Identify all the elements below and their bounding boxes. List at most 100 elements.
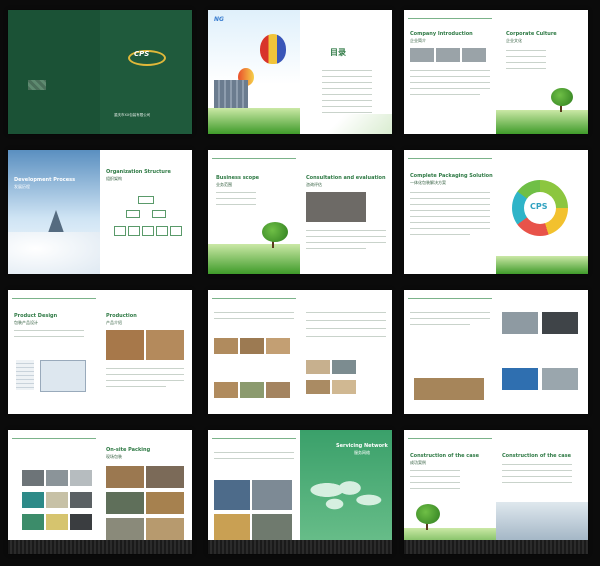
back-cover [8,10,100,134]
tree-icon [551,88,573,106]
consult-cn: 咨询评估 [306,182,322,187]
hot-air-balloon-icon [260,34,286,64]
consultation-page: Consultation and evaluation 咨询评估 [300,150,392,274]
world-map [308,474,384,514]
photo [70,514,92,530]
solution-page: Complete Packaging Solution 一体化包装解决方案 [404,150,496,274]
photo [240,338,264,354]
mosaic-logo [28,80,46,90]
spread-solution: Complete Packaging Solution 一体化包装解决方案 CP… [404,150,588,274]
company-intro-cn: 企业简介 [410,38,426,43]
production-page: Production 产品介绍 [100,290,192,414]
solution-cn: 一体化包装解决方案 [410,180,446,185]
front-cover: CPS 重庆市XX包装有限公司 [100,10,192,134]
cases-cn: 成功案例 [410,460,426,465]
photo [214,382,238,398]
spread-products-1 [208,290,392,414]
spread-contents: NG 目录 [208,10,392,134]
crates-photo [106,330,144,360]
scope-cn: 业务范围 [216,182,232,187]
cps-cycle-page: CPS [496,150,588,274]
scope-title: Business scope [216,175,260,181]
tree-icon [416,504,440,524]
design-cn: 包装产品设计 [14,320,38,325]
photo [332,360,356,374]
photo [22,514,44,530]
contents-title: 目录 [330,48,346,57]
wood-photo [146,330,184,360]
photo [106,518,144,540]
photo [306,360,330,374]
products-page-c [404,290,496,414]
development-cn: 发展历程 [14,184,30,189]
cases-detail-page: Construction of the case [496,430,588,554]
spread-onsite: On-site Packing 现场包装 [8,430,192,554]
culture-page: Corporate Culture 企业文化 [496,10,588,134]
photo [70,492,92,508]
network-title: Servicing Network [336,443,388,449]
spread-cases: Construction of the case 成功案例 Constructi… [404,430,588,554]
photo [502,312,538,334]
photo [46,492,68,508]
production-cn: 产品介绍 [106,320,122,325]
products-page-a [208,290,300,414]
photo [46,470,68,486]
production-title: Production [106,313,137,319]
photo [146,492,184,514]
spread-cover: CPS 重庆市XX包装有限公司 [8,10,192,134]
photo [252,480,292,510]
development-page: Development Process 发展历程 [8,150,100,274]
city-buildings [214,80,248,110]
meeting-photo [306,192,366,222]
photo [106,492,144,514]
contents-page: 目录 [300,10,392,134]
photo [146,466,184,488]
onsite-cn: 现场包装 [106,454,122,459]
clouds [8,232,100,274]
photo [332,380,356,394]
photo [46,514,68,530]
network-cn: 服务网络 [354,450,370,455]
org-structure-page: Organization Structure 组织架构 [100,150,192,274]
consult-title: Consultation and evaluation [306,175,386,181]
warehouse-photo [214,480,250,510]
onsite-packing-page: On-site Packing 现场包装 [100,430,192,554]
culture-cn: 企业文化 [506,38,522,43]
spread-business: Business scope 业务范围 Consultation and eva… [208,150,392,274]
photo [70,470,92,486]
onsite-photos-page [8,430,100,554]
photo [542,368,578,390]
org-cn: 组织架构 [106,176,122,181]
photo [266,382,290,398]
cad-drawing [40,360,86,392]
tree-icon [262,222,288,242]
photo [462,48,486,62]
photo [146,518,184,540]
business-scope-page: Business scope 业务范围 [208,150,300,274]
products-page-d [496,290,588,414]
spread-company: Company Introduction 企业简介 Corporate Cult… [404,10,588,134]
photo [306,380,330,394]
product-design-page: Product Design 包装产品设计 [8,290,100,414]
photo [410,48,434,62]
culture-title: Corporate Culture [506,31,557,37]
cases-detail-title: Construction of the case [502,453,571,459]
spread-products-2 [404,290,588,414]
ng-logo: NG [214,16,224,23]
company-name: 重庆市XX包装有限公司 [114,113,151,117]
photo [266,338,290,354]
photo [436,48,460,62]
logo-text: CPS [134,50,150,58]
spread-design: Product Design 包装产品设计 Production 产品介绍 [8,290,192,414]
grass [496,256,588,274]
photo [502,368,538,390]
photo [214,338,238,354]
pallet-photo [414,378,484,400]
photo [106,466,144,488]
spread-development: Development Process 发展历程 Organization St… [8,150,192,274]
company-intro-title: Company Introduction [410,31,473,37]
development-title: Development Process [14,177,76,183]
grass [208,244,300,274]
design-title: Product Design [14,313,58,319]
products-page-b [300,290,392,414]
